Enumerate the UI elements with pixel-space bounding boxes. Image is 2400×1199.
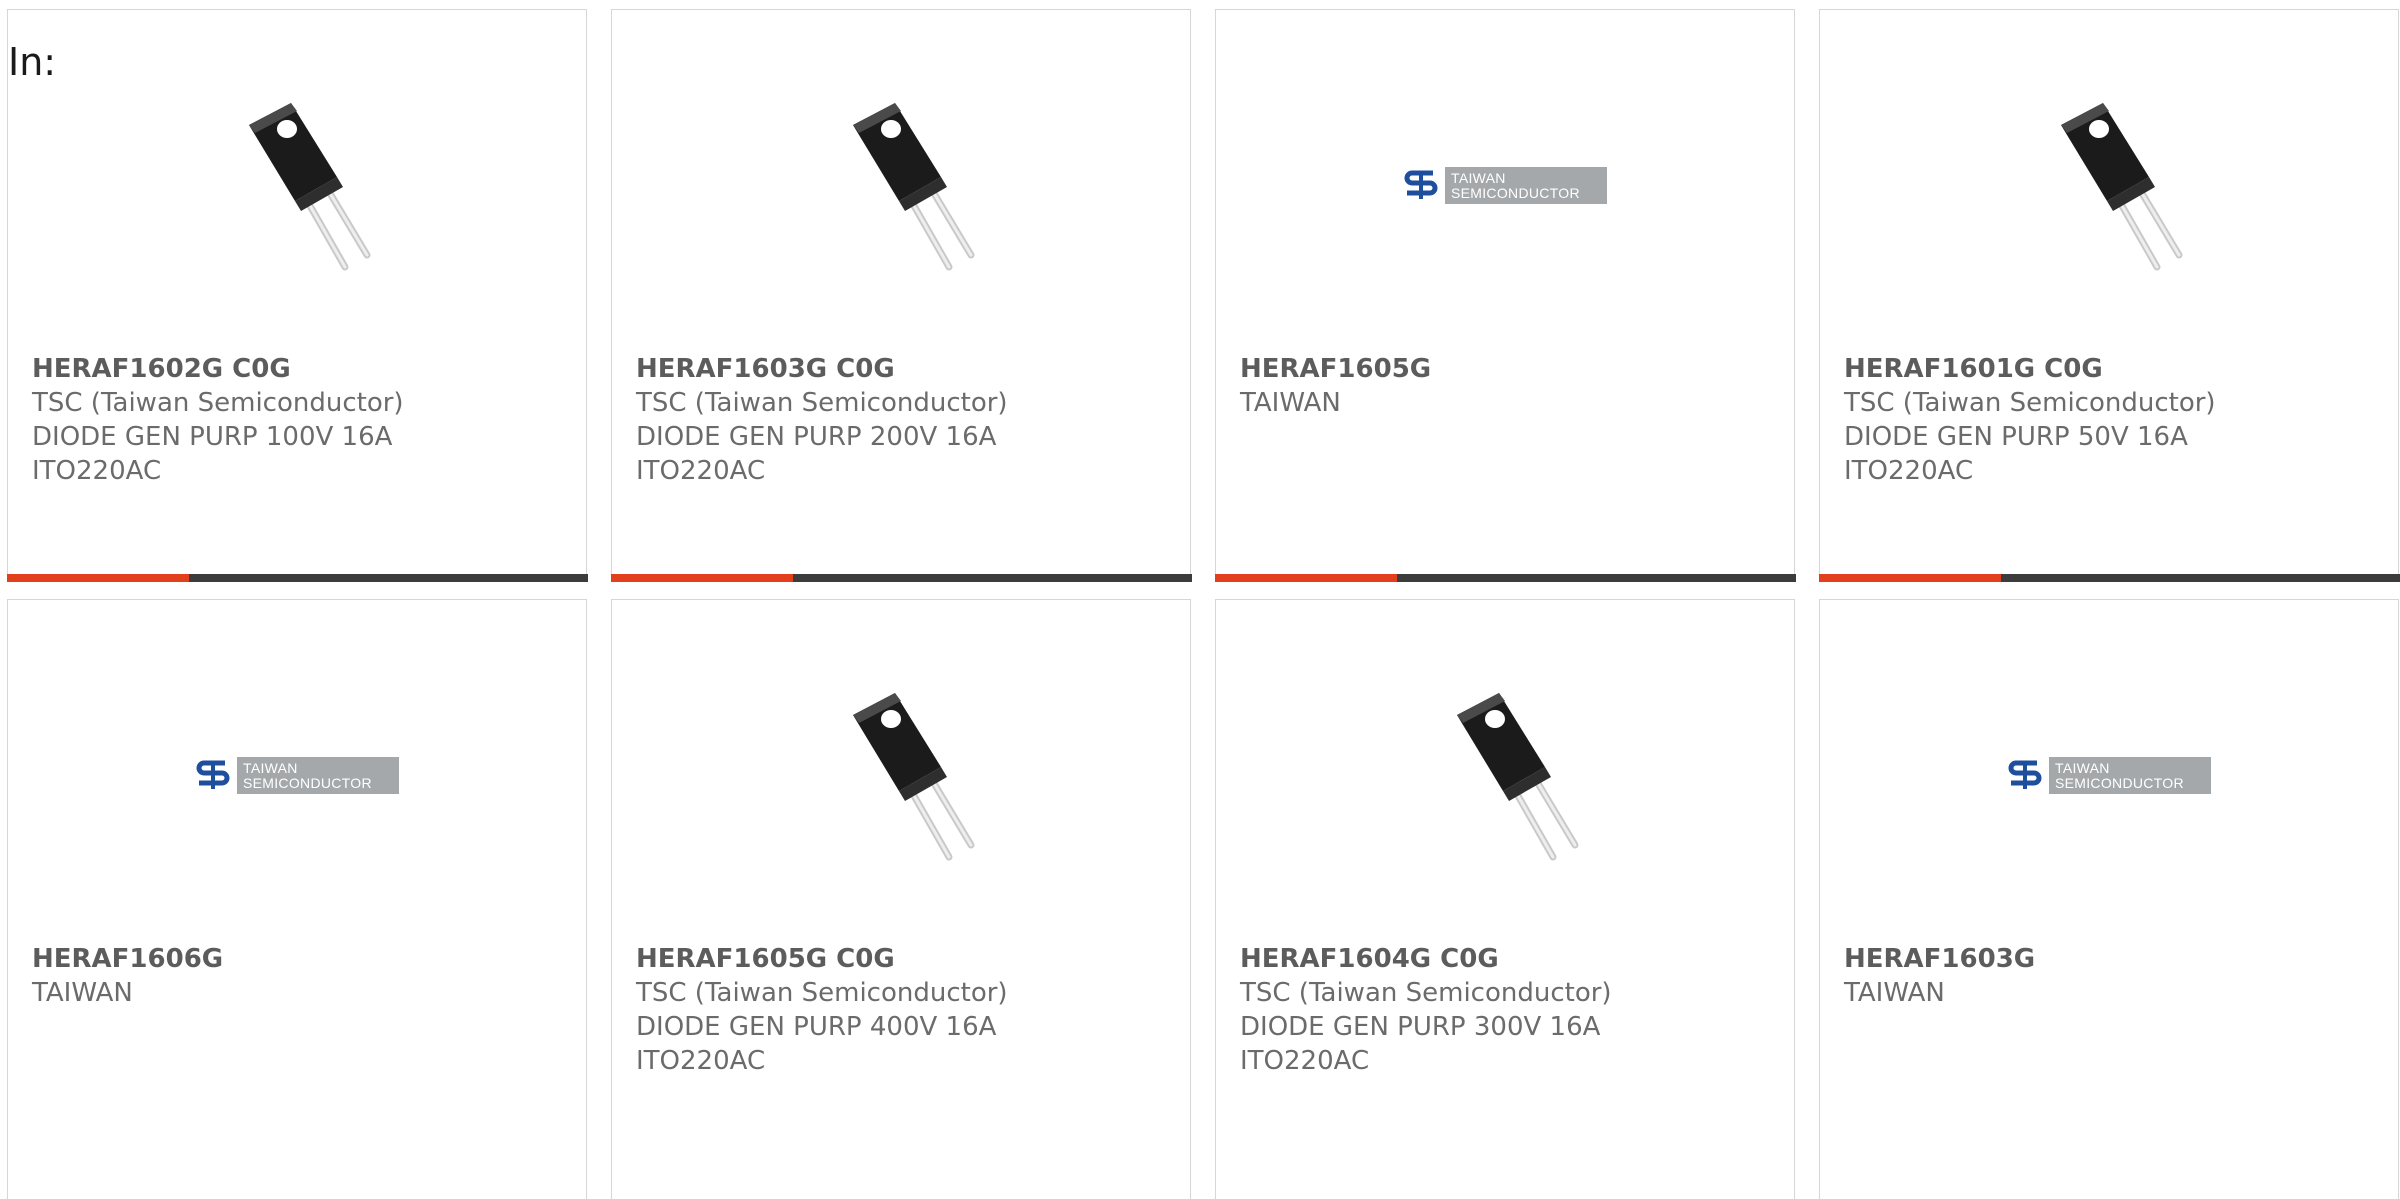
package: ITO220AC (636, 1046, 766, 1076)
manufacturer: TAIWAN (1240, 388, 1341, 418)
part-number[interactable]: HERAF1606G (32, 942, 566, 976)
diode-package-icon (1457, 693, 1579, 861)
diode-package-icon (853, 693, 975, 861)
diode-package-icon (249, 103, 371, 271)
description: DIODE GEN PURP 400V 16A (636, 1012, 997, 1042)
product-image[interactable] (1820, 80, 2398, 290)
product-image[interactable] (612, 670, 1190, 880)
card-bar (1818, 573, 2400, 582)
manufacturer: TSC (Taiwan Semiconductor) (1844, 388, 2216, 418)
filter-label: In: (8, 40, 57, 84)
description: DIODE GEN PURP 50V 16A (1844, 422, 2188, 452)
manufacturer: TAIWAN (1844, 978, 1945, 1008)
product-image[interactable]: TAIWAN SEMICONDUCTOR (8, 670, 586, 880)
part-number[interactable]: HERAF1605G (1240, 352, 1774, 386)
logo-plate: TAIWAN SEMICONDUCTOR (1445, 166, 1607, 204)
product-info: HERAF1603G TAIWAN (1844, 942, 2378, 1010)
product-card[interactable]: HERAF1601G C0G TSC (Taiwan Semiconductor… (1818, 9, 2400, 582)
product-info: HERAF1606G TAIWAN (32, 942, 566, 1010)
logo-line2: SEMICONDUCTOR (243, 774, 372, 791)
card-bar (6, 573, 588, 582)
part-number[interactable]: HERAF1603G (1844, 942, 2378, 976)
part-number[interactable]: HERAF1603G C0G (636, 352, 1170, 386)
product-info: HERAF1605G TAIWAN (1240, 352, 1774, 420)
product-card[interactable]: TAIWAN SEMICONDUCTOR HERAF1603G TAIWAN (1819, 599, 2399, 1199)
manufacturer: TSC (Taiwan Semiconductor) (636, 388, 1008, 418)
description: DIODE GEN PURP 300V 16A (1240, 1012, 1601, 1042)
product-info: HERAF1605G C0G TSC (Taiwan Semiconductor… (636, 942, 1170, 1078)
card-bar (1214, 573, 1796, 582)
manufacturer: TSC (Taiwan Semiconductor) (1240, 978, 1612, 1008)
taiwan-semiconductor-logo: TAIWAN SEMICONDUCTOR (195, 756, 399, 794)
tsc-logo-icon (2007, 759, 2043, 791)
product-card[interactable]: HERAF1605G C0G TSC (Taiwan Semiconductor… (611, 599, 1191, 1199)
diode-package-icon (853, 103, 975, 271)
manufacturer: TSC (Taiwan Semiconductor) (636, 978, 1008, 1008)
product-info: HERAF1601G C0G TSC (Taiwan Semiconductor… (1844, 352, 2378, 488)
product-info: HERAF1604G C0G TSC (Taiwan Semiconductor… (1240, 942, 1774, 1078)
product-card[interactable]: HERAF1602G C0G TSC (Taiwan Semiconductor… (6, 9, 588, 582)
product-image[interactable] (612, 80, 1190, 290)
taiwan-semiconductor-logo: TAIWAN SEMICONDUCTOR (1403, 166, 1607, 204)
logo-line2: SEMICONDUCTOR (1451, 184, 1580, 201)
product-card[interactable]: HERAF1603G C0G TSC (Taiwan Semiconductor… (610, 9, 1192, 582)
product-card[interactable]: TAIWAN SEMICONDUCTOR HERAF1606G TAIWAN (7, 599, 587, 1199)
product-image[interactable] (8, 80, 586, 290)
product-card[interactable]: HERAF1604G C0G TSC (Taiwan Semiconductor… (1215, 599, 1795, 1199)
package: ITO220AC (32, 456, 162, 486)
product-card[interactable]: TAIWAN SEMICONDUCTOR HERAF1605G TAIWAN (1214, 9, 1796, 582)
card-bar (610, 573, 1192, 582)
tsc-logo-icon (1403, 169, 1439, 201)
manufacturer: TSC (Taiwan Semiconductor) (32, 388, 404, 418)
manufacturer: TAIWAN (32, 978, 133, 1008)
part-number[interactable]: HERAF1604G C0G (1240, 942, 1774, 976)
package: ITO220AC (1844, 456, 1974, 486)
tsc-logo-icon (195, 759, 231, 791)
package: ITO220AC (1240, 1046, 1370, 1076)
logo-plate: TAIWAN SEMICONDUCTOR (2049, 756, 2211, 794)
product-info: HERAF1602G C0G TSC (Taiwan Semiconductor… (32, 352, 566, 488)
package: ITO220AC (636, 456, 766, 486)
description: DIODE GEN PURP 200V 16A (636, 422, 997, 452)
product-image[interactable]: TAIWAN SEMICONDUCTOR (1820, 670, 2398, 880)
part-number[interactable]: HERAF1602G C0G (32, 352, 566, 386)
part-number[interactable]: HERAF1605G C0G (636, 942, 1170, 976)
logo-line1: TAIWAN (2055, 759, 2110, 776)
taiwan-semiconductor-logo: TAIWAN SEMICONDUCTOR (2007, 756, 2211, 794)
description: DIODE GEN PURP 100V 16A (32, 422, 393, 452)
logo-line1: TAIWAN (243, 759, 298, 776)
product-image[interactable] (1216, 670, 1794, 880)
product-info: HERAF1603G C0G TSC (Taiwan Semiconductor… (636, 352, 1170, 488)
product-image[interactable]: TAIWAN SEMICONDUCTOR (1216, 80, 1794, 290)
logo-line1: TAIWAN (1451, 169, 1506, 186)
logo-line2: SEMICONDUCTOR (2055, 774, 2184, 791)
product-grid: HERAF1602G C0G TSC (Taiwan Semiconductor… (0, 0, 2400, 1199)
logo-plate: TAIWAN SEMICONDUCTOR (237, 756, 399, 794)
diode-package-icon (2061, 103, 2183, 271)
part-number[interactable]: HERAF1601G C0G (1844, 352, 2378, 386)
